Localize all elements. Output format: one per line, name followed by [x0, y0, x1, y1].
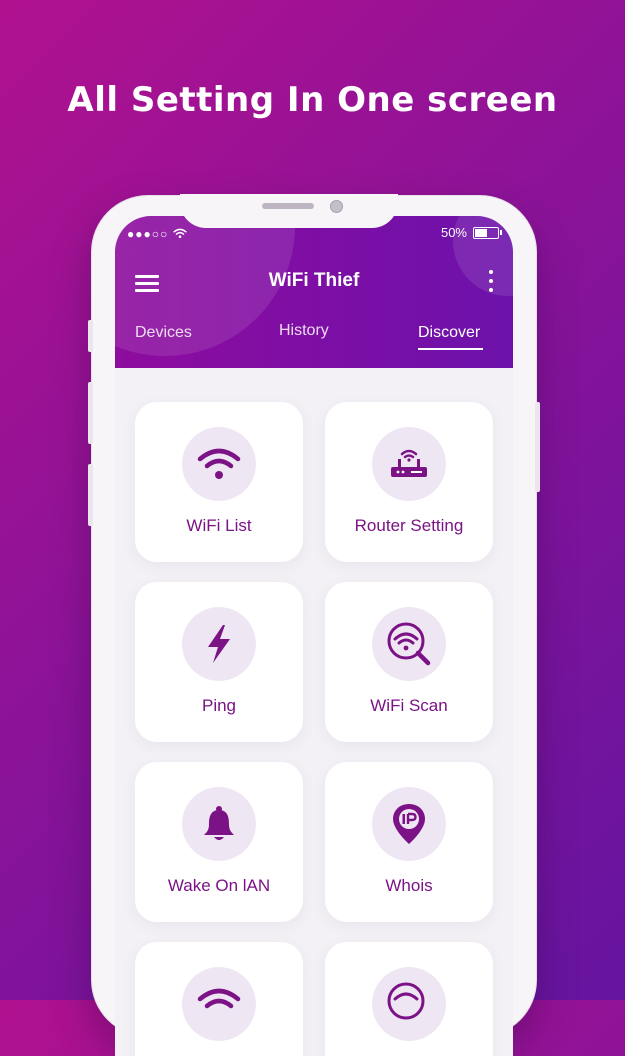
status-bar-left: ●●●○○: [127, 227, 187, 241]
card-label: Whois: [385, 876, 433, 895]
phone-volume-up-button: [88, 382, 93, 444]
tab-devices[interactable]: Devices: [135, 324, 192, 342]
tab-discover[interactable]: Discover: [418, 324, 480, 342]
card-router-setting[interactable]: Router Setting: [325, 402, 493, 562]
wifi-status-icon: [173, 228, 187, 238]
wifi-icon: [197, 448, 241, 479]
card-partial-right[interactable]: [325, 942, 493, 1056]
promo-headline: All Setting In One screen: [67, 80, 558, 120]
card-wifi-list[interactable]: WiFi List: [135, 402, 303, 562]
card-label: Router Setting: [354, 516, 464, 535]
router-icon: [391, 449, 427, 477]
signal-strength: ●●●○○: [127, 227, 169, 241]
tab-bar: Devices History Discover: [115, 322, 513, 364]
card-whois[interactable]: Whois: [325, 762, 493, 922]
bell-icon: [204, 806, 234, 840]
phone-notch: [180, 194, 398, 228]
app-title: WiFi Thief: [268, 270, 360, 291]
card-wifi-scan[interactable]: WiFi Scan: [325, 582, 493, 742]
card-wake-on-lan[interactable]: Wake On lAN: [135, 762, 303, 922]
more-options-icon[interactable]: [485, 270, 497, 292]
phone-volume-down-button: [88, 464, 93, 526]
phone-mute-switch: [88, 320, 93, 352]
battery-percent: 50%: [440, 225, 467, 240]
ip-pin-icon: [393, 804, 425, 844]
lightning-icon: [208, 625, 230, 663]
status-bar-right: 50%: [440, 225, 502, 240]
card-partial-left[interactable]: [135, 942, 303, 1056]
card-label: Ping: [201, 696, 237, 715]
card-label: WiFi List: [186, 516, 252, 535]
wifi-icon: [197, 988, 241, 1009]
wifi-search-icon: [387, 982, 425, 1020]
card-ping[interactable]: Ping: [135, 582, 303, 742]
phone-frame: ●●●○○ 50% WiFi Thief Devices History Dis…: [88, 194, 540, 1056]
card-label: WiFi Scan: [370, 696, 448, 715]
phone-power-button: [535, 402, 540, 492]
tab-history[interactable]: History: [279, 322, 329, 340]
front-camera: [330, 200, 343, 213]
card-label: Wake On lAN: [167, 876, 271, 895]
wifi-search-icon: [387, 622, 431, 666]
active-tab-indicator: [418, 348, 483, 350]
app-bar: ●●●○○ 50% WiFi Thief Devices History Dis…: [115, 216, 513, 368]
phone-screen: ●●●○○ 50% WiFi Thief Devices History Dis…: [115, 216, 513, 1056]
battery-icon: [473, 226, 502, 239]
speaker-grille: [262, 203, 314, 209]
